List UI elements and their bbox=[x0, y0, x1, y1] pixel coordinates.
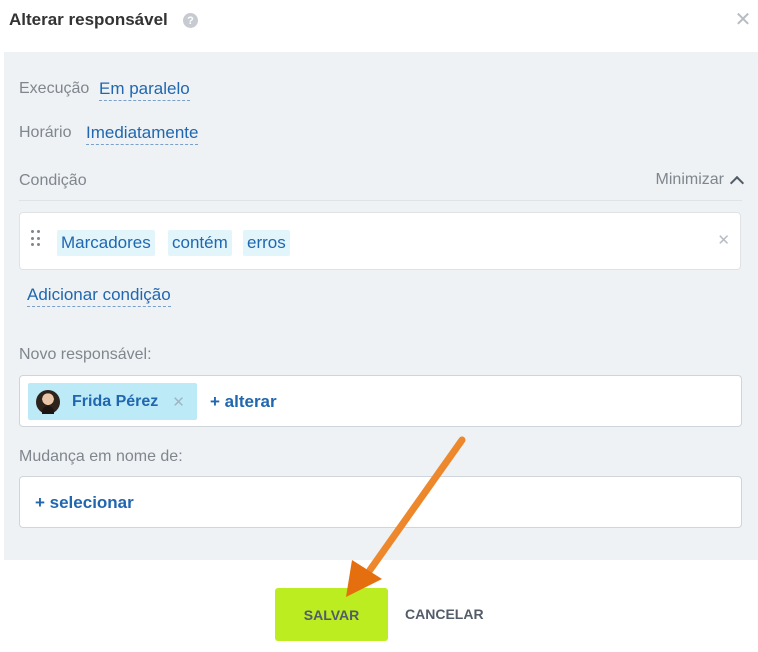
change-responsible-link[interactable]: + alterar bbox=[210, 392, 277, 412]
question-icon[interactable]: ? bbox=[183, 13, 198, 28]
dialog-title: Alterar responsável bbox=[9, 10, 168, 29]
cancel-button[interactable]: CANCELAR bbox=[405, 606, 484, 622]
drag-handle-icon[interactable] bbox=[31, 230, 41, 248]
execution-value-link[interactable]: Em paralelo bbox=[99, 78, 190, 101]
user-name: Frida Pérez bbox=[72, 392, 159, 410]
save-button[interactable]: SALVAR bbox=[275, 588, 388, 641]
condition-label: Condição bbox=[19, 172, 87, 189]
minimize-label: Minimizar bbox=[655, 171, 724, 188]
add-condition-link[interactable]: Adicionar condição bbox=[27, 284, 171, 307]
new-responsible-label: Novo responsável: bbox=[19, 346, 152, 363]
condition-operator-chip[interactable]: contém bbox=[168, 230, 232, 256]
minimize-button[interactable]: Minimizar bbox=[655, 171, 745, 190]
close-icon[interactable]: ✕ bbox=[731, 7, 755, 31]
condition-row: Marcadores contém erros ✕ bbox=[19, 212, 741, 270]
schedule-value-link[interactable]: Imediatamente bbox=[86, 122, 199, 145]
select-user-link[interactable]: + selecionar bbox=[35, 493, 134, 513]
new-responsible-field[interactable]: Frida Pérez ✕ + alterar bbox=[19, 375, 742, 427]
settings-panel: Execução Em paralelo Horário Imediatamen… bbox=[4, 52, 758, 560]
dialog-header: Alterar responsável ? ✕ bbox=[0, 0, 758, 52]
user-chip: Frida Pérez ✕ bbox=[28, 383, 197, 420]
on-behalf-label: Mudança em nome de: bbox=[19, 448, 183, 465]
avatar bbox=[36, 389, 60, 414]
chevron-up-icon bbox=[729, 175, 745, 190]
save-button-label: SALVAR bbox=[303, 606, 360, 623]
divider bbox=[19, 200, 742, 201]
remove-condition-icon[interactable]: ✕ bbox=[717, 231, 730, 249]
execution-label: Execução bbox=[19, 80, 90, 97]
schedule-label: Horário bbox=[19, 124, 72, 141]
condition-field-chip[interactable]: Marcadores bbox=[57, 230, 155, 256]
on-behalf-field[interactable]: + selecionar bbox=[19, 476, 742, 528]
condition-value-chip[interactable]: erros bbox=[243, 230, 290, 256]
remove-user-icon[interactable]: ✕ bbox=[172, 393, 185, 411]
